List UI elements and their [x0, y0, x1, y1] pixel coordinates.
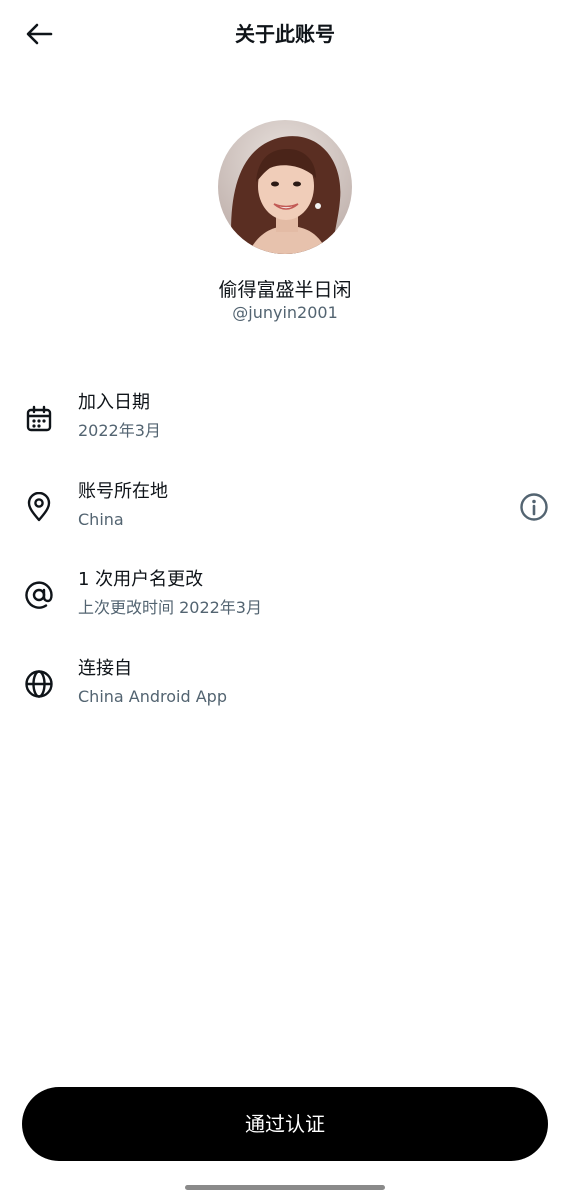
row-subtitle: 2022年3月 [78, 421, 161, 440]
row-title: 账号所在地 [78, 481, 168, 502]
row-subtitle: 上次更改时间 2022年3月 [78, 598, 262, 617]
get-verified-button[interactable]: 通过认证 [22, 1087, 548, 1161]
account-location-row: 账号所在地 China [0, 479, 570, 549]
row-title: 1 次用户名更改 [78, 569, 204, 590]
row-title: 加入日期 [78, 392, 150, 413]
avatar [218, 120, 352, 254]
row-subtitle: China Android App [78, 687, 227, 706]
page-title: 关于此账号 [235, 22, 335, 46]
globe-icon [22, 667, 56, 701]
row-title: 连接自 [78, 658, 132, 679]
home-indicator[interactable] [185, 1185, 385, 1190]
at-sign-icon [22, 578, 56, 612]
calendar-icon [22, 402, 56, 436]
location-pin-icon [22, 490, 56, 524]
top-bar: 关于此账号 [0, 0, 570, 68]
location-info-button[interactable] [516, 489, 552, 525]
row-subtitle: China [78, 510, 124, 529]
username-changes-row: 1 次用户名更改 上次更改时间 2022年3月 [0, 567, 570, 637]
display-name: 偷得富盛半日闲 [218, 279, 352, 301]
join-date-row: 加入日期 2022年3月 [0, 390, 570, 460]
info-icon [520, 493, 548, 521]
connected-from-row: 连接自 China Android App [0, 656, 570, 726]
username-handle: @junyin2001 [232, 303, 338, 322]
